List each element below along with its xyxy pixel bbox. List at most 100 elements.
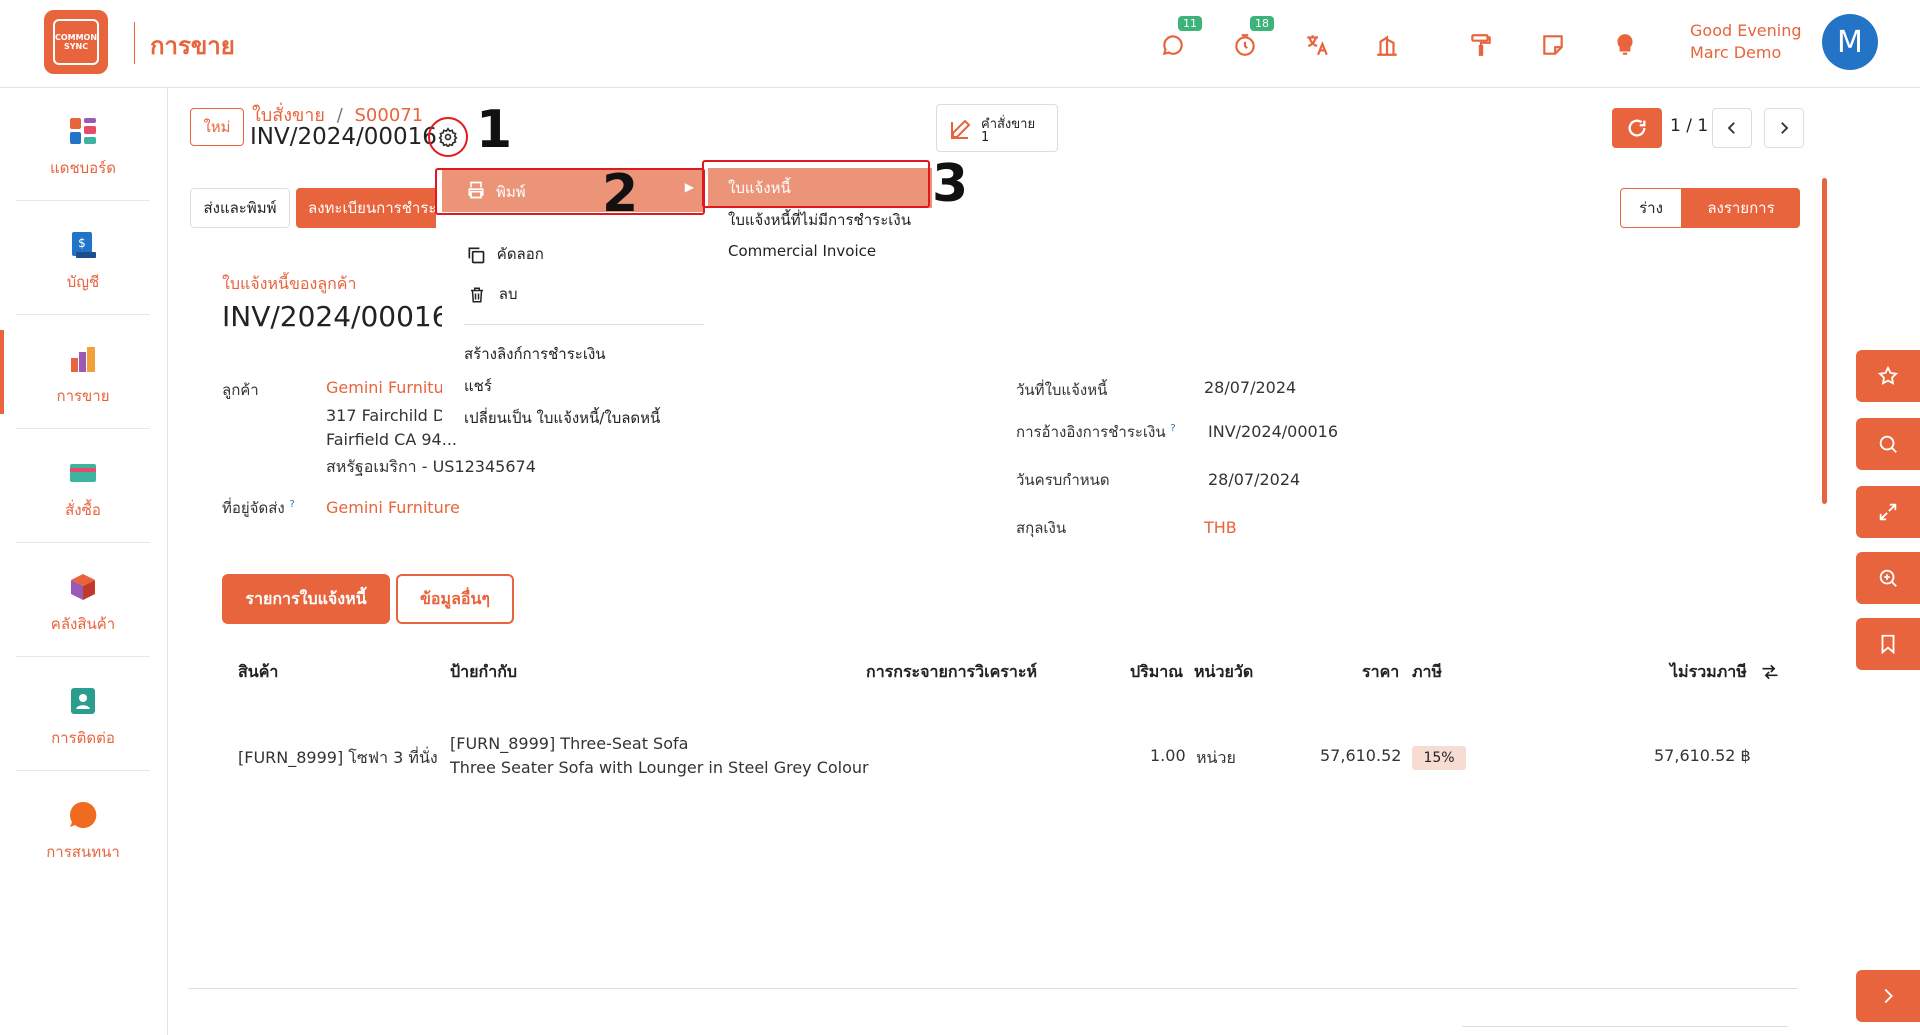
paint-roller-icon[interactable] (1468, 32, 1494, 58)
column-header-product[interactable]: สินค้า (238, 660, 278, 685)
discuss-icon (69, 801, 97, 828)
star-icon (1877, 365, 1899, 385)
submenu-item-invoice-no-payment[interactable]: ใบแจ้งหนี้ที่ไม่มีการชำระเงิน (728, 208, 911, 232)
column-settings-icon[interactable] (1760, 662, 1780, 682)
register-payment-button[interactable]: ลงทะเบียนการชำระ (296, 188, 436, 228)
row-label-line1[interactable]: [FURN_8999] Three-Seat Sofa (450, 734, 688, 753)
column-header-quantity[interactable]: ปริมาณ (1130, 660, 1183, 685)
sidebar-item-label: แดชบอร์ด (50, 159, 116, 177)
row-label-line2[interactable]: Three Seater Sofa with Lounger in Steel … (450, 758, 869, 777)
collapse-panel-button[interactable] (1856, 970, 1920, 1022)
payment-reference-field[interactable]: INV/2024/00016 (1208, 422, 1338, 441)
refresh-button[interactable] (1612, 108, 1662, 148)
new-button[interactable]: ใหม่ (190, 108, 244, 146)
menu-item-payment-link[interactable]: สร้างลิงก์การชำระเงิน (464, 342, 606, 366)
bookmark-icon (1881, 634, 1895, 655)
search-button[interactable] (1856, 418, 1920, 470)
submenu-item-commercial-invoice[interactable]: Commercial Invoice (728, 242, 876, 260)
menu-item-convert[interactable]: เปลี่ยนเป็น ใบแจ้งหนี้/ใบลดหนี้ (464, 406, 660, 430)
user-name: Marc Demo (1690, 43, 1782, 62)
breadcrumb-parent[interactable]: ใบสั่งขาย (252, 105, 325, 126)
status-draft[interactable]: ร่าง (1620, 188, 1682, 228)
document-type: ใบแจ้งหนี้ของลูกค้า (222, 274, 357, 293)
help-icon[interactable]: ? (1170, 423, 1175, 434)
bookmark-button[interactable] (1856, 618, 1920, 670)
refresh-icon (1628, 119, 1646, 137)
due-date-field[interactable]: 28/07/2024 (1208, 470, 1300, 489)
menu-item-delete[interactable]: ลบ (468, 282, 518, 306)
favorite-button[interactable] (1856, 350, 1920, 402)
annotation-step-1: 1 (476, 100, 513, 160)
expand-button[interactable] (1856, 486, 1920, 538)
chat-icon[interactable]: 11 (1160, 16, 1202, 58)
row-product[interactable]: [FURN_8999] โซฟา 3 ที่นั่ง (238, 746, 438, 771)
column-header-price[interactable]: ราคา (1362, 660, 1399, 685)
sidebar-item-inventory[interactable]: คลังสินค้า (16, 544, 150, 657)
previous-button[interactable] (1712, 108, 1752, 148)
pager-counter[interactable]: 1 / 1 (1670, 116, 1708, 136)
tab-other-info[interactable]: ข้อมูลอื่นๆ (396, 574, 514, 624)
row-uom[interactable]: หน่วย (1196, 746, 1236, 771)
sidebar: แดชบอร์ด $ บัญชี การขาย สั่งซื้อ คลังสิน… (0, 88, 168, 1035)
translate-icon[interactable] (1304, 32, 1330, 58)
chat-badge: 11 (1178, 16, 1202, 31)
payment-reference-label: การอ้างอิงการชำระเงิน ? (1016, 420, 1176, 444)
send-print-button[interactable]: ส่งและพิมพ์ (190, 188, 290, 228)
currency-field[interactable]: THB (1204, 518, 1237, 537)
sidebar-item-label: คลังสินค้า (50, 615, 116, 633)
row-price[interactable]: 57,610.52 (1320, 746, 1401, 765)
building-icon[interactable] (1374, 32, 1400, 58)
column-header-analytic[interactable]: การกระจายการวิเคราะห์ (866, 660, 1037, 685)
row-tax-badge[interactable]: 15% (1412, 746, 1466, 770)
sidebar-item-label: การติดต่อ (51, 729, 115, 747)
sidebar-item-purchase[interactable]: สั่งซื้อ (16, 430, 150, 543)
status-posted[interactable]: ลงรายการ (1682, 188, 1800, 228)
sidebar-item-accounting[interactable]: $ บัญชี (16, 202, 150, 315)
app-logo[interactable]: COMMON SYNC (44, 10, 108, 74)
svg-text:$: $ (78, 236, 86, 250)
customer-address-line3: สหรัฐอเมริกา - US12345674 (326, 457, 536, 476)
column-header-uom[interactable]: หน่วยวัด (1194, 660, 1253, 685)
edit-icon (951, 119, 971, 139)
sidebar-item-contacts[interactable]: การติดต่อ (16, 658, 150, 771)
sales-icon (71, 347, 95, 372)
row-quantity[interactable]: 1.00 (1150, 746, 1186, 765)
timer-icon[interactable]: 18 (1232, 16, 1274, 58)
sidebar-item-discuss[interactable]: การสนทนา (16, 772, 150, 885)
menu-item-copy[interactable]: คัดลอก (466, 242, 544, 266)
column-header-subtotal[interactable]: ไม่รวมภาษี (1670, 660, 1747, 685)
column-header-label[interactable]: ป้ายกำกับ (450, 660, 517, 685)
menu-item-share[interactable]: แชร์ (464, 374, 492, 398)
menu-delete-label: ลบ (498, 285, 518, 303)
annotation-highlight-invoice (702, 160, 930, 208)
note-icon[interactable] (1540, 32, 1566, 58)
column-header-tax[interactable]: ภาษี (1412, 660, 1442, 685)
customer-label: ลูกค้า (222, 381, 259, 399)
delivery-address-field[interactable]: Gemini Furniture (326, 498, 460, 517)
vertical-scrollbar[interactable] (1822, 178, 1827, 504)
gear-button[interactable] (428, 117, 468, 157)
help-icon[interactable]: ? (289, 499, 294, 510)
delivery-address-label-text: ที่อยู่จัดส่ง (222, 499, 285, 517)
record-name: INV/2024/00016 (250, 124, 437, 150)
logo-text: COMMON SYNC (53, 19, 99, 65)
breadcrumb-separator: / (336, 105, 343, 126)
zoom-button[interactable] (1856, 552, 1920, 604)
avatar[interactable]: M (1822, 14, 1878, 70)
sidebar-item-sales[interactable]: การขาย (16, 316, 150, 429)
lightbulb-icon[interactable] (1612, 32, 1638, 58)
zoom-in-icon (1879, 569, 1897, 587)
copy-icon (468, 247, 485, 263)
status-bar: ร่าง ลงรายการ (1620, 188, 1800, 228)
sidebar-item-label: การสนทนา (46, 843, 120, 861)
sales-order-smart-button[interactable]: คำสั่งขาย 1 (936, 104, 1058, 152)
sidebar-item-dashboard[interactable]: แดชบอร์ด (16, 88, 150, 201)
customer-field[interactable]: Gemini Furnitu (326, 378, 444, 397)
breadcrumb-order[interactable]: S00071 (355, 105, 424, 126)
inventory-icon (71, 574, 95, 600)
tab-invoice-lines[interactable]: รายการใบแจ้งหนี้ (222, 574, 390, 624)
menu-divider (464, 324, 704, 325)
invoice-date-field[interactable]: 28/07/2024 (1204, 378, 1296, 397)
sidebar-item-label: บัญชี (66, 273, 100, 291)
next-button[interactable] (1764, 108, 1804, 148)
